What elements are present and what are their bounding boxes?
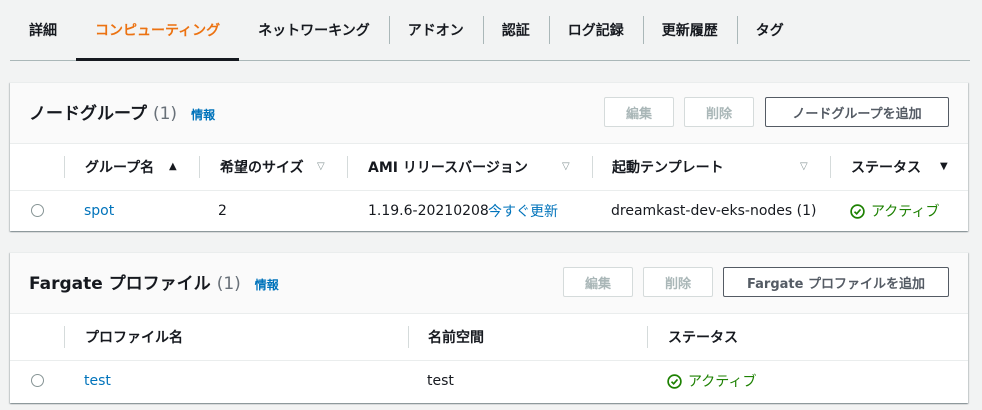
column-label: グループ名 [85,160,155,176]
status-text: アクティブ [871,204,940,220]
namespace-value: test [427,373,454,389]
launch-template-value: dreamkast-dev-eks-nodes (1) [611,203,817,219]
column-header-launch-template[interactable]: 起動テンプレート [612,144,724,190]
column-header-profile-name[interactable]: プロファイル名 [85,314,183,360]
tab-update-history[interactable]: 更新履歴 [642,0,737,60]
status-badge: アクティブ [667,361,756,401]
tab-networking[interactable]: ネットワーキング [239,0,389,60]
sort-descending-icon[interactable]: ▼ [940,161,948,172]
fargate-profiles-panel: Fargate プロファイル (1) 情報 編集 削除 Fargate プロファ… [10,252,968,403]
tab-details[interactable]: 詳細 [10,0,76,60]
tab-logging[interactable]: ログ記録 [548,0,643,60]
tab-tags[interactable]: タグ [736,0,803,60]
column-divider [408,326,409,348]
update-now-link[interactable]: 今すぐ更新 [488,191,558,231]
column-label: ステータス [851,160,921,176]
node-groups-header: ノードグループ (1) 情報 編集 削除 ノードグループを追加 [10,83,968,144]
column-header-status[interactable]: ステータス [851,144,921,190]
tab-compute[interactable]: コンピューティング [76,0,240,61]
node-groups-title-wrap: ノードグループ (1) 情報 [29,99,215,124]
node-groups-panel: ノードグループ (1) 情報 編集 削除 ノードグループを追加 グループ名 ▲ … [10,82,968,231]
add-node-group-button[interactable]: ノードグループを追加 [765,97,949,127]
node-groups-info-link[interactable]: 情報 [191,106,215,123]
fargate-profiles-count: (1) [216,274,241,294]
row-select-radio[interactable] [31,204,44,217]
column-divider [64,156,65,178]
sort-icon[interactable]: ▽ [562,161,570,172]
node-group-delete-button[interactable]: 削除 [684,97,754,127]
column-label: 希望のサイズ [220,160,304,176]
node-groups-title: ノードグループ [29,104,147,124]
fargate-title-wrap: Fargate プロファイル (1) 情報 [29,269,279,294]
status-success-icon [850,203,865,219]
fargate-profiles-header: Fargate プロファイル (1) 情報 編集 削除 Fargate プロファ… [10,253,968,314]
column-divider [830,156,831,178]
add-fargate-profile-button[interactable]: Fargate プロファイルを追加 [723,267,949,297]
sort-ascending-icon[interactable]: ▲ [169,161,177,172]
column-header-status[interactable]: ステータス [668,314,738,360]
column-header-namespace[interactable]: 名前空間 [428,314,484,360]
column-label: 名前空間 [428,330,484,346]
node-groups-table-header: グループ名 ▲ 希望のサイズ ▽ AMI リリースバージョン ▽ 起動テンプレー… [10,144,968,191]
column-divider [64,326,65,348]
column-divider [347,156,348,178]
desired-size-value: 2 [218,203,227,219]
sort-icon[interactable]: ▽ [317,161,325,172]
column-divider [592,156,593,178]
ami-version-value: 1.19.6-20210208 [368,203,489,219]
tab-addons[interactable]: アドオン [388,0,483,60]
column-divider [199,156,200,178]
fargate-profile-name-link[interactable]: test [84,361,111,401]
tab-bar: 詳細 コンピューティング ネットワーキング アドオン 認証 ログ記録 更新履歴 … [10,0,970,61]
fargate-table-header: プロファイル名 名前空間 ステータス [10,314,968,361]
table-row[interactable]: spot 2 1.19.6-20210208 今すぐ更新 dreamkast-d… [10,191,968,231]
table-row[interactable]: test test アクティブ [10,361,968,401]
column-label: プロファイル名 [85,330,183,346]
status-text: アクティブ [688,374,757,390]
row-select-radio[interactable] [31,374,44,387]
status-badge: アクティブ [850,191,939,231]
column-divider [647,326,648,348]
status-success-icon [667,373,682,389]
fargate-info-link[interactable]: 情報 [255,276,279,293]
column-header-desired-size[interactable]: 希望のサイズ [220,144,304,190]
node-group-name-link[interactable]: spot [84,191,114,231]
fargate-delete-button[interactable]: 削除 [643,267,713,297]
node-groups-count: (1) [152,104,178,124]
sort-icon[interactable]: ▽ [800,161,808,172]
column-header-group-name[interactable]: グループ名 [85,144,154,190]
column-label: 起動テンプレート [612,160,724,176]
fargate-profiles-title: Fargate プロファイル [29,274,211,294]
column-label: ステータス [668,330,738,346]
column-label: AMI リリースバージョン [368,160,528,176]
tab-authentication[interactable]: 認証 [482,0,549,60]
fargate-edit-button[interactable]: 編集 [563,267,633,297]
node-group-edit-button[interactable]: 編集 [604,97,674,127]
column-header-ami-version[interactable]: AMI リリースバージョン [368,144,528,190]
